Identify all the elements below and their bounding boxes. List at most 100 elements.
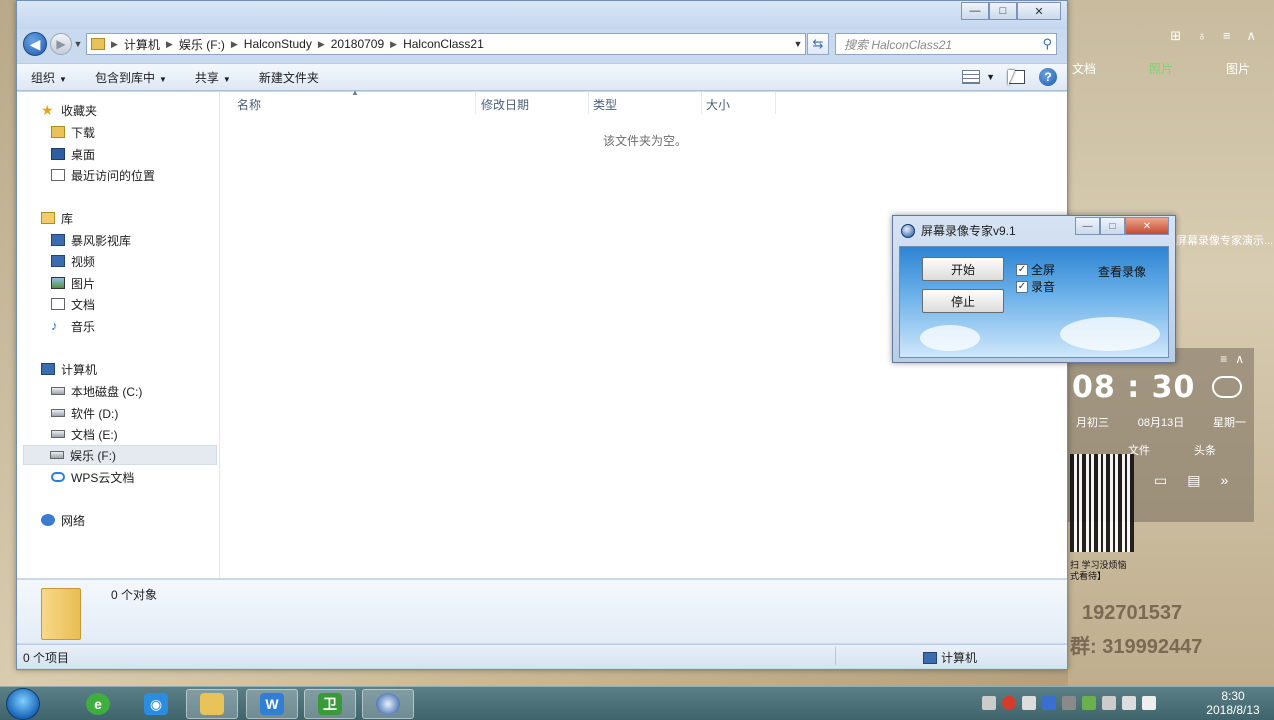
view-options-dropdown[interactable]: ▼ bbox=[986, 72, 995, 82]
taskbar-explorer[interactable] bbox=[186, 689, 238, 719]
breadcrumb-halconstudy[interactable]: HalconStudy bbox=[244, 37, 312, 51]
minimize-button[interactable]: — bbox=[961, 2, 989, 20]
nav-computer[interactable]: 计算机 bbox=[41, 359, 97, 379]
menu-icon[interactable]: ≡ bbox=[1223, 28, 1231, 44]
keyboard-icon[interactable] bbox=[982, 696, 996, 710]
include-in-library-menu[interactable]: 包含到库中 ▼ bbox=[95, 69, 167, 86]
nav-documents[interactable]: 文档 bbox=[51, 294, 95, 314]
pen-icon[interactable] bbox=[1022, 696, 1036, 710]
close-button[interactable]: ✕ bbox=[1017, 2, 1061, 20]
antivirus-icon[interactable] bbox=[1002, 696, 1016, 710]
nav-music[interactable]: ♪ 音乐 bbox=[51, 316, 95, 336]
nav-libraries[interactable]: 库 bbox=[41, 208, 73, 228]
column-divider[interactable] bbox=[588, 92, 589, 114]
battery-icon[interactable] bbox=[1102, 696, 1116, 710]
grid-icon[interactable]: ⊞ bbox=[1170, 28, 1181, 44]
nav-pictures[interactable]: 图片 bbox=[51, 273, 95, 293]
help-icon[interactable]: ? bbox=[1039, 68, 1057, 86]
nav-downloads[interactable]: 下载 bbox=[51, 122, 95, 142]
record-audio-checkbox[interactable]: ✓ 录音 bbox=[1016, 278, 1055, 295]
collapse-icon[interactable]: ∧ bbox=[1246, 28, 1256, 44]
breadcrumb-halconclass21[interactable]: HalconClass21 bbox=[403, 37, 484, 51]
nav-baofeng[interactable]: 暴风影视库 bbox=[51, 230, 131, 250]
nav-network[interactable]: 网络 bbox=[41, 510, 85, 530]
taskbar-clock[interactable]: 8:30 2018/8/13 bbox=[1198, 689, 1268, 717]
desktop-link-photos[interactable]: 照片 bbox=[1149, 58, 1173, 79]
column-type[interactable]: 类型 bbox=[593, 96, 617, 113]
breadcrumb-20180709[interactable]: 20180709 bbox=[331, 37, 384, 51]
nav-drive-c[interactable]: 本地磁盘 (C:) bbox=[51, 381, 142, 401]
nav-wps-cloud[interactable]: WPS云文档 bbox=[51, 467, 134, 487]
start-button[interactable] bbox=[6, 688, 40, 720]
stop-recording-button[interactable]: 停止 bbox=[922, 289, 1004, 313]
back-button[interactable]: ◀ bbox=[23, 32, 47, 56]
explorer-titlebar[interactable]: — □ ✕ bbox=[17, 1, 1067, 29]
desktop-link-pictures[interactable]: 图片 bbox=[1226, 58, 1250, 79]
chevron-right-icon[interactable]: ▶ bbox=[111, 39, 118, 50]
chevron-right-icon[interactable]: ▶ bbox=[231, 39, 238, 50]
search-input[interactable]: 搜索 HalconClass21 ⚲ bbox=[835, 33, 1057, 55]
recorder-close-button[interactable]: ✕ bbox=[1125, 217, 1169, 235]
chevron-right-icon[interactable]: ▶ bbox=[390, 39, 397, 50]
change-view-icon[interactable] bbox=[962, 70, 981, 84]
recorder-title: 屏幕录像专家v9.1 bbox=[921, 224, 1016, 238]
taskbar-wps-writer[interactable]: W bbox=[246, 689, 298, 719]
volume-icon[interactable] bbox=[1142, 696, 1156, 710]
widget-more-icon[interactable]: » bbox=[1220, 472, 1228, 489]
desktop-link-docs[interactable]: 文档 bbox=[1072, 58, 1096, 79]
column-divider[interactable] bbox=[775, 92, 776, 114]
address-bar[interactable]: ▶ 计算机 ▶ 娱乐 (F:) ▶ HalconStudy ▶ 20180709… bbox=[86, 33, 806, 55]
user-icon[interactable]: ♁ bbox=[1197, 28, 1207, 44]
widget-menu-icon[interactable]: ≡ bbox=[1220, 352, 1227, 366]
maximize-button[interactable]: □ bbox=[989, 2, 1017, 20]
recent-pages-dropdown[interactable]: ▼ bbox=[72, 39, 84, 49]
column-modified[interactable]: 修改日期 bbox=[481, 96, 529, 113]
bluetooth-icon[interactable] bbox=[1042, 696, 1056, 710]
organize-menu[interactable]: 组织 ▼ bbox=[31, 69, 67, 86]
desktop-icon bbox=[51, 148, 65, 160]
column-name[interactable]: 名称 bbox=[237, 96, 261, 113]
recorder-maximize-button[interactable]: □ bbox=[1100, 217, 1125, 235]
column-divider[interactable] bbox=[475, 92, 476, 114]
new-folder-button[interactable]: 新建文件夹 bbox=[259, 69, 319, 86]
forward-button[interactable]: ▶ bbox=[50, 33, 72, 55]
recorder-titlebar[interactable]: 屏幕录像专家v9.1 bbox=[901, 222, 1016, 239]
arrow-right-icon: ▶ bbox=[56, 37, 66, 51]
chevron-right-icon[interactable]: ▶ bbox=[166, 39, 173, 50]
share-menu[interactable]: 共享 ▼ bbox=[195, 69, 231, 86]
nav-drive-f[interactable]: 娱乐 (F:) bbox=[23, 445, 217, 465]
search-icon[interactable]: ⚲ bbox=[1042, 36, 1052, 52]
chevron-right-icon[interactable]: ▶ bbox=[318, 39, 325, 50]
nav-videos[interactable]: 视频 bbox=[51, 251, 95, 271]
nav-drive-e[interactable]: 文档 (E:) bbox=[51, 424, 118, 444]
column-size[interactable]: 大小 bbox=[706, 96, 730, 113]
start-recording-button[interactable]: 开始 bbox=[922, 257, 1004, 281]
widget-window-icon[interactable]: ▤ bbox=[1187, 472, 1200, 489]
fullscreen-checkbox[interactable]: ✓ 全屏 bbox=[1016, 261, 1055, 278]
folder-icon bbox=[91, 38, 105, 50]
clock-time: 8:30 bbox=[1221, 689, 1245, 703]
taskbar-browser[interactable]: e bbox=[72, 689, 124, 719]
drive-icon bbox=[51, 430, 65, 438]
taskbar-screen-recorder[interactable] bbox=[362, 689, 414, 719]
cloud-decoration bbox=[1060, 317, 1160, 351]
recorder-minimize-button[interactable]: — bbox=[1075, 217, 1100, 235]
network-signal-icon[interactable] bbox=[1122, 696, 1136, 710]
nav-favorites[interactable]: ★ 收藏夹 bbox=[41, 100, 97, 120]
nvidia-icon[interactable] bbox=[1082, 696, 1096, 710]
taskbar-chat[interactable]: ◉ bbox=[130, 689, 182, 719]
nav-desktop[interactable]: 桌面 bbox=[51, 144, 95, 164]
address-dropdown-icon[interactable]: ▼ bbox=[791, 39, 805, 49]
device-icon[interactable] bbox=[1062, 696, 1076, 710]
column-divider[interactable] bbox=[701, 92, 702, 114]
nav-drive-d[interactable]: 软件 (D:) bbox=[51, 403, 118, 423]
nav-recent[interactable]: 最近访问的位置 bbox=[51, 165, 155, 185]
widget-news-link[interactable]: 头条 bbox=[1194, 442, 1216, 458]
taskbar-app-green[interactable]: 卫 bbox=[304, 689, 356, 719]
breadcrumb-drive-f[interactable]: 娱乐 (F:) bbox=[179, 36, 225, 53]
refresh-button[interactable]: ⇆ bbox=[807, 33, 829, 55]
breadcrumb-computer[interactable]: 计算机 bbox=[124, 36, 160, 53]
widget-collapse-icon[interactable]: ∧ bbox=[1235, 352, 1244, 366]
widget-doc-icon[interactable]: ▭ bbox=[1154, 472, 1167, 489]
view-recording-link[interactable]: 查看录像 bbox=[1098, 263, 1146, 280]
